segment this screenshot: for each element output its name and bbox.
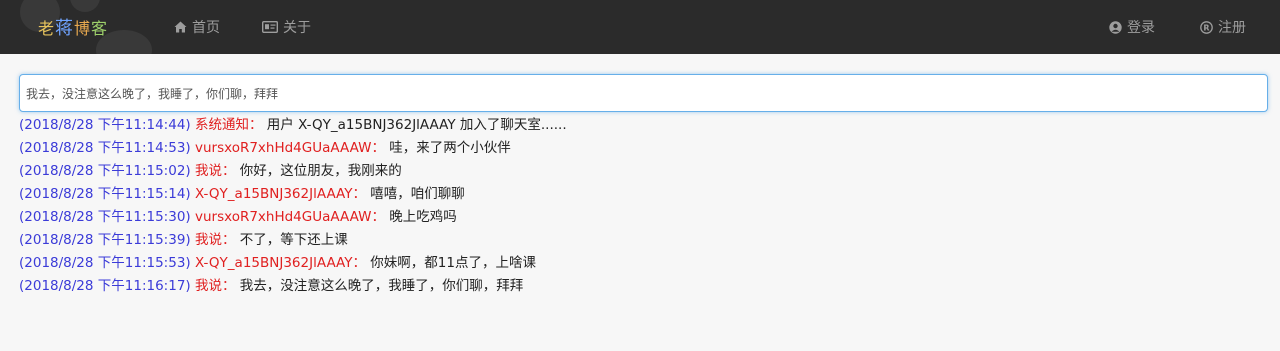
message-timestamp: (2018/8/28 下午11:15:39) — [19, 232, 191, 248]
chat-message: (2018/8/28 下午11:14:53) vursxoR7xhHd4GUaA… — [19, 137, 1268, 160]
nav-link-label: 首页 — [192, 20, 220, 36]
chat-message: (2018/8/28 下午11:16:17) 我说： 我去，没注意这么晚了，我睡… — [19, 275, 1268, 298]
brand-logo[interactable]: 老蒋博客 — [38, 14, 108, 40]
message-timestamp: (2018/8/28 下午11:15:02) — [19, 163, 191, 179]
nav-link-label: 关于 — [283, 20, 311, 36]
message-text: 不了，等下还上课 — [239, 232, 348, 248]
message-input[interactable] — [19, 74, 1268, 112]
brand-char: 老 — [38, 19, 56, 38]
id-card-icon — [262, 21, 278, 33]
message-sender: 系统通知： — [194, 117, 263, 133]
message-text: 哇，来了两个小伙伴 — [389, 140, 511, 156]
message-sender: 我说： — [194, 278, 236, 294]
message-timestamp: (2018/8/28 下午11:16:17) — [19, 278, 191, 294]
login-link[interactable]: 登录 — [1109, 17, 1155, 37]
chat-message: (2018/8/28 下午11:14:44) 系统通知： 用户 X-QY_a15… — [19, 114, 1268, 137]
message-text: 用户 X-QY_a15BNJ362JlAAAY 加入了聊天室...... — [266, 117, 567, 133]
chat-message: (2018/8/28 下午11:15:39) 我说： 不了，等下还上课 — [19, 229, 1268, 252]
top-navbar: 老蒋博客 首页 关于 登录 R 注册 — [0, 0, 1280, 54]
register-link[interactable]: R 注册 — [1200, 17, 1246, 37]
nav-link-about[interactable]: 关于 — [262, 17, 311, 37]
message-timestamp: (2018/8/28 下午11:14:53) — [19, 140, 191, 156]
chat-log: (2018/8/28 下午11:14:44) 系统通知： 用户 X-QY_a15… — [19, 114, 1268, 298]
message-sender: X-QY_a15BNJ362JlAAAY： — [194, 255, 366, 271]
registered-icon: R — [1200, 20, 1213, 34]
home-icon — [174, 21, 187, 33]
message-timestamp: (2018/8/28 下午11:15:53) — [19, 255, 191, 271]
message-sender: X-QY_a15BNJ362JlAAAY： — [194, 186, 366, 202]
message-timestamp: (2018/8/28 下午11:14:44) — [19, 117, 191, 133]
login-label: 登录 — [1127, 20, 1155, 36]
nav-link-home[interactable]: 首页 — [174, 17, 220, 37]
message-text: 你好，这位朋友，我刚来的 — [239, 163, 402, 179]
chat-message: (2018/8/28 下午11:15:02) 我说： 你好，这位朋友，我刚来的 — [19, 160, 1268, 183]
chat-message: (2018/8/28 下午11:15:30) vursxoR7xhHd4GUaA… — [19, 206, 1268, 229]
message-sender: vursxoR7xhHd4GUaAAAW： — [194, 140, 385, 156]
message-text: 嘻嘻，咱们聊聊 — [370, 186, 465, 202]
message-text: 晚上吃鸡吗 — [389, 209, 457, 225]
brand-char: 博 — [74, 19, 92, 38]
message-timestamp: (2018/8/28 下午11:15:30) — [19, 209, 191, 225]
message-text: 我去，没注意这么晚了，我睡了，你们聊，拜拜 — [239, 278, 524, 294]
brand-char: 蒋 — [55, 18, 75, 39]
svg-text:R: R — [1203, 23, 1209, 32]
register-label: 注册 — [1218, 20, 1246, 36]
decorative-bubble — [70, 0, 100, 12]
chat-message: (2018/8/28 下午11:15:14) X-QY_a15BNJ362JlA… — [19, 183, 1268, 206]
chat-message: (2018/8/28 下午11:15:53) X-QY_a15BNJ362JlA… — [19, 252, 1268, 275]
message-sender: 我说： — [194, 232, 236, 248]
message-sender: 我说： — [194, 163, 236, 179]
user-circle-icon — [1109, 20, 1122, 34]
message-timestamp: (2018/8/28 下午11:15:14) — [19, 186, 191, 202]
message-sender: vursxoR7xhHd4GUaAAAW： — [194, 209, 385, 225]
brand-char: 客 — [91, 19, 109, 38]
message-text: 你妹啊，都11点了，上啥课 — [370, 255, 536, 271]
chat-area: (2018/8/28 下午11:14:44) 系统通知： 用户 X-QY_a15… — [19, 74, 1268, 298]
